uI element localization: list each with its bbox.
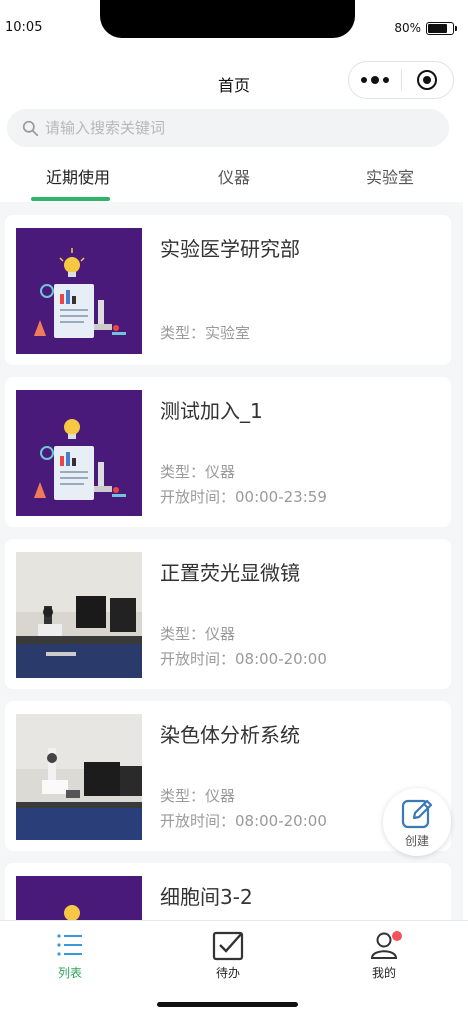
create-button[interactable]: 创建 xyxy=(383,788,451,856)
item-type: 类型：仪器 xyxy=(160,787,236,805)
lab-illustration-image xyxy=(16,390,142,516)
tabbar-label: 我的 xyxy=(371,966,396,980)
microscope-photo xyxy=(16,714,142,840)
microscope-photo xyxy=(16,552,142,678)
tabbar-item-todo[interactable]: 待办 xyxy=(188,929,268,981)
home-indicator xyxy=(157,1002,298,1007)
item-hours: 开放时间：08:00-20:00 xyxy=(160,812,327,830)
notch xyxy=(100,0,355,38)
list-item[interactable]: 细胞间3-2 xyxy=(5,863,451,920)
item-title: 实验医学研究部 xyxy=(160,237,300,261)
lab-illustration-image xyxy=(16,876,142,920)
close-target-icon[interactable] xyxy=(402,70,454,90)
edit-icon xyxy=(401,799,433,828)
tabbar-item-list[interactable]: 列表 xyxy=(30,929,110,981)
status-time: 10:05 xyxy=(5,20,43,35)
battery-percent: 80% xyxy=(394,21,421,35)
nav-bar: 首页 xyxy=(0,55,468,107)
item-title: 染色体分析系统 xyxy=(160,723,300,747)
create-label: 创建 xyxy=(404,833,429,848)
list-item[interactable]: 正置荧光显微镜 类型：仪器 开放时间：08:00-20:00 xyxy=(5,539,451,689)
tab-label: 仪器 xyxy=(217,168,250,187)
item-type: 类型：仪器 xyxy=(160,625,236,643)
notification-badge xyxy=(392,931,402,941)
list-item[interactable]: 实验医学研究部 类型：实验室 xyxy=(5,215,451,365)
tab-labs[interactable]: 实验室 xyxy=(312,150,468,202)
tab-active-indicator xyxy=(31,197,110,201)
tabbar-label: 列表 xyxy=(57,966,82,980)
battery-indicator: 80% xyxy=(394,21,457,35)
battery-icon xyxy=(426,21,457,35)
tab-instruments[interactable]: 仪器 xyxy=(156,150,312,202)
item-title: 测试加入_1 xyxy=(160,399,263,423)
mini-program-capsule xyxy=(348,61,454,99)
status-bar: 10:05 80% xyxy=(0,0,468,50)
item-title: 细胞间3-2 xyxy=(160,885,253,909)
search-bar[interactable] xyxy=(7,109,449,147)
more-icon[interactable] xyxy=(349,76,401,84)
item-type: 类型：仪器 xyxy=(160,463,236,481)
tab-label: 实验室 xyxy=(365,168,414,187)
search-input[interactable] xyxy=(45,119,425,137)
search-icon xyxy=(22,120,39,136)
item-hours: 开放时间：08:00-20:00 xyxy=(160,650,327,668)
tabbar-label: 待办 xyxy=(215,966,240,980)
tab-recent[interactable]: 近期使用 xyxy=(0,150,156,202)
list-item[interactable]: 测试加入_1 类型：仪器 开放时间：00:00-23:59 xyxy=(5,377,451,527)
item-type: 类型：实验室 xyxy=(160,324,251,342)
list-icon xyxy=(57,934,82,956)
item-title: 正置荧光显微镜 xyxy=(160,561,300,585)
item-hours: 开放时间：00:00-23:59 xyxy=(160,488,327,506)
tab-bar: 近期使用 仪器 实验室 xyxy=(0,150,468,202)
lab-illustration-image xyxy=(16,228,142,354)
checkbox-icon xyxy=(212,931,244,961)
tabbar-item-mine[interactable]: 我的 xyxy=(344,929,424,981)
